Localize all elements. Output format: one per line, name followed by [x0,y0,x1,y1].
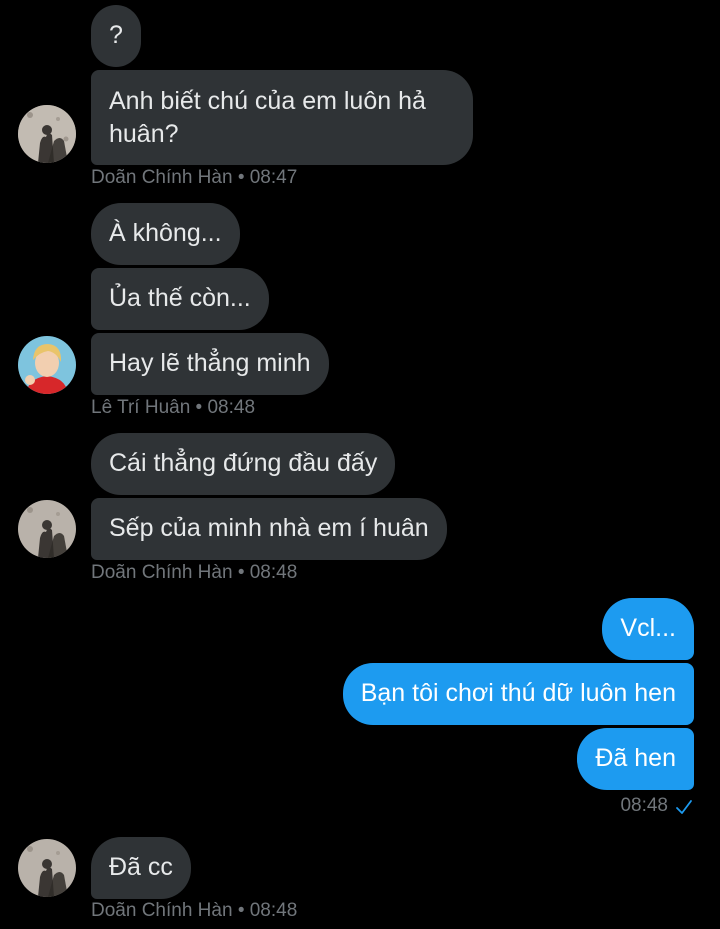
message-text: Sếp của minh nhà em í huân [109,514,429,542]
message-text: ? [109,21,123,49]
message-bubble-outgoing[interactable]: Bạn tôi chơi thú dữ luôn hen [342,663,694,725]
message-text: Cái thẳng đứng đầu đấy [109,449,378,477]
message-meta: Doãn Chính Hàn • 08:48 [91,562,298,583]
message-meta: Lê Trí Huân • 08:48 [91,397,256,418]
message-bubble-incoming[interactable]: Sếp của minh nhà em í huân [91,498,447,560]
message-text: Đã hen [595,744,676,772]
avatar-doan-chinh-han[interactable] [18,500,76,558]
message-text: Đã cc [109,853,173,881]
message-bubble-outgoing[interactable]: Đã hen [577,728,694,790]
message-bubble-incoming[interactable]: Anh biết chú của em luôn hả huân? [91,70,473,165]
message-bubble-incoming[interactable]: Hay lẽ thẳng minh [91,333,329,395]
message-bubble-outgoing[interactable]: Vcl... [602,598,694,660]
message-text: Bạn tôi chơi thú dữ luôn hen [360,679,676,707]
message-text: Vcl... [620,614,676,642]
message-bubble-incoming[interactable]: Đã cc [91,837,191,899]
message-text: Ủa thế còn... [109,284,251,312]
message-meta: Doãn Chính Hàn • 08:48 [91,900,298,921]
message-text: Hay lẽ thẳng minh [109,349,311,377]
message-bubble-incoming[interactable]: Ủa thế còn... [91,268,269,330]
message-bubble-incoming[interactable]: Cái thẳng đứng đầu đấy [91,433,396,495]
message-text: À không... [109,219,222,247]
message-bubble-incoming[interactable]: ? [91,5,141,67]
avatar-doan-chinh-han[interactable] [18,839,76,897]
avatar-doan-chinh-han[interactable] [18,105,76,163]
message-timestamp: 08:48 [620,795,668,816]
check-icon [675,798,693,821]
message-bubble-incoming[interactable]: À không... [91,203,240,265]
avatar-le-tri-huan[interactable] [18,336,76,394]
message-meta: Doãn Chính Hàn • 08:47 [91,167,298,188]
message-text: Anh biết chú của em luôn hả huân? [109,87,426,148]
